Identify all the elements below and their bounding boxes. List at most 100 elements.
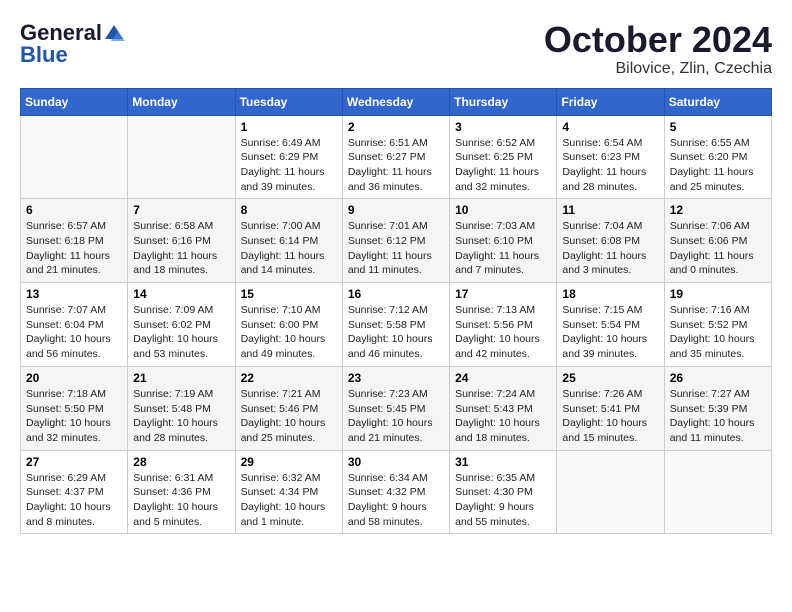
calendar-cell: 10 Sunrise: 7:03 AM Sunset: 6:10 PM Dayli… [450,199,557,283]
day-info: Sunrise: 7:19 AM Sunset: 5:48 PM Dayligh… [133,387,229,446]
day-number: 7 [133,203,229,217]
day-info: Sunrise: 6:52 AM Sunset: 6:25 PM Dayligh… [455,136,551,195]
day-info: Sunrise: 7:24 AM Sunset: 5:43 PM Dayligh… [455,387,551,446]
calendar-cell: 20 Sunrise: 7:18 AM Sunset: 5:50 PM Dayli… [21,366,128,450]
page-header: General Blue October 2024 Bilovice, Zlin… [20,20,772,78]
day-number: 26 [670,371,766,385]
calendar-week-row: 1 Sunrise: 6:49 AM Sunset: 6:29 PM Daylig… [21,115,772,199]
day-info: Sunrise: 7:06 AM Sunset: 6:06 PM Dayligh… [670,219,766,278]
day-number: 2 [348,120,444,134]
day-number: 6 [26,203,122,217]
calendar-cell: 25Sunrise: 7:26 AM Sunset: 5:41 PM Dayli… [557,366,664,450]
day-info: Sunrise: 6:29 AM Sunset: 4:37 PM Dayligh… [26,471,122,530]
day-number: 10 [455,203,551,217]
day-info: Sunrise: 7:07 AM Sunset: 6:04 PM Dayligh… [26,303,122,362]
calendar-cell: 7Sunrise: 6:58 AM Sunset: 6:16 PM Daylig… [128,199,235,283]
calendar-cell: 13Sunrise: 7:07 AM Sunset: 6:04 PM Dayli… [21,283,128,367]
day-info: Sunrise: 7:00 AM Sunset: 6:14 PM Dayligh… [241,219,337,278]
calendar-cell: 12 Sunrise: 7:06 AM Sunset: 6:06 PM Dayli… [664,199,771,283]
day-number: 28 [133,455,229,469]
calendar-header-row: SundayMondayTuesdayWednesdayThursdayFrid… [21,88,772,115]
day-number: 20 [26,371,122,385]
calendar-cell: 9 Sunrise: 7:01 AM Sunset: 6:12 PM Daylig… [342,199,449,283]
day-info: Sunrise: 7:01 AM Sunset: 6:12 PM Dayligh… [348,219,444,278]
calendar-cell [21,115,128,199]
calendar-cell: 1 Sunrise: 6:49 AM Sunset: 6:29 PM Daylig… [235,115,342,199]
day-number: 30 [348,455,444,469]
day-header-wednesday: Wednesday [342,88,449,115]
logo-icon [103,23,125,43]
day-info: Sunrise: 6:57 AM Sunset: 6:18 PM Dayligh… [26,219,122,278]
day-info: Sunrise: 7:21 AM Sunset: 5:46 PM Dayligh… [241,387,337,446]
day-info: Sunrise: 7:03 AM Sunset: 6:10 PM Dayligh… [455,219,551,278]
day-number: 24 [455,371,551,385]
day-info: Sunrise: 7:12 AM Sunset: 5:58 PM Dayligh… [348,303,444,362]
logo: General Blue [20,20,126,68]
calendar-cell: 18 Sunrise: 7:15 AM Sunset: 5:54 PM Dayli… [557,283,664,367]
calendar-cell: 6 Sunrise: 6:57 AM Sunset: 6:18 PM Daylig… [21,199,128,283]
day-info: Sunrise: 6:51 AM Sunset: 6:27 PM Dayligh… [348,136,444,195]
day-info: Sunrise: 6:31 AM Sunset: 4:36 PM Dayligh… [133,471,229,530]
calendar-cell: 3 Sunrise: 6:52 AM Sunset: 6:25 PM Daylig… [450,115,557,199]
calendar-week-row: 20 Sunrise: 7:18 AM Sunset: 5:50 PM Dayli… [21,366,772,450]
calendar-cell [557,450,664,534]
calendar-cell: 2 Sunrise: 6:51 AM Sunset: 6:27 PM Daylig… [342,115,449,199]
calendar-cell: 22 Sunrise: 7:21 AM Sunset: 5:46 PM Dayli… [235,366,342,450]
day-info: Sunrise: 7:18 AM Sunset: 5:50 PM Dayligh… [26,387,122,446]
location-title: Bilovice, Zlin, Czechia [544,60,772,78]
calendar-cell: 31 Sunrise: 6:35 AM Sunset: 4:30 PM Dayli… [450,450,557,534]
day-info: Sunrise: 7:16 AM Sunset: 5:52 PM Dayligh… [670,303,766,362]
day-number: 15 [241,287,337,301]
calendar-cell [128,115,235,199]
calendar-cell: 5Sunrise: 6:55 AM Sunset: 6:20 PM Daylig… [664,115,771,199]
calendar-week-row: 27 Sunrise: 6:29 AM Sunset: 4:37 PM Dayli… [21,450,772,534]
day-info: Sunrise: 7:09 AM Sunset: 6:02 PM Dayligh… [133,303,229,362]
day-number: 9 [348,203,444,217]
day-info: Sunrise: 7:10 AM Sunset: 6:00 PM Dayligh… [241,303,337,362]
day-header-friday: Friday [557,88,664,115]
day-number: 12 [670,203,766,217]
calendar-cell: 28 Sunrise: 6:31 AM Sunset: 4:36 PM Dayli… [128,450,235,534]
calendar-cell: 24 Sunrise: 7:24 AM Sunset: 5:43 PM Dayli… [450,366,557,450]
day-number: 27 [26,455,122,469]
day-number: 22 [241,371,337,385]
calendar-cell: 14Sunrise: 7:09 AM Sunset: 6:02 PM Dayli… [128,283,235,367]
calendar-cell: 17Sunrise: 7:13 AM Sunset: 5:56 PM Dayli… [450,283,557,367]
calendar-cell: 4Sunrise: 6:54 AM Sunset: 6:23 PM Daylig… [557,115,664,199]
day-number: 21 [133,371,229,385]
calendar-table: SundayMondayTuesdayWednesdayThursdayFrid… [20,88,772,535]
day-number: 3 [455,120,551,134]
calendar-cell: 21 Sunrise: 7:19 AM Sunset: 5:48 PM Dayli… [128,366,235,450]
day-number: 18 [562,287,658,301]
month-title: October 2024 [544,20,772,60]
day-number: 19 [670,287,766,301]
day-header-monday: Monday [128,88,235,115]
day-info: Sunrise: 7:23 AM Sunset: 5:45 PM Dayligh… [348,387,444,446]
day-header-sunday: Sunday [21,88,128,115]
calendar-cell: 8Sunrise: 7:00 AM Sunset: 6:14 PM Daylig… [235,199,342,283]
day-info: Sunrise: 7:13 AM Sunset: 5:56 PM Dayligh… [455,303,551,362]
day-info: Sunrise: 6:34 AM Sunset: 4:32 PM Dayligh… [348,471,444,530]
day-info: Sunrise: 6:49 AM Sunset: 6:29 PM Dayligh… [241,136,337,195]
day-number: 25 [562,371,658,385]
day-number: 29 [241,455,337,469]
day-info: Sunrise: 7:27 AM Sunset: 5:39 PM Dayligh… [670,387,766,446]
day-number: 1 [241,120,337,134]
calendar-cell: 15 Sunrise: 7:10 AM Sunset: 6:00 PM Dayli… [235,283,342,367]
calendar-cell [664,450,771,534]
day-number: 23 [348,371,444,385]
day-header-thursday: Thursday [450,88,557,115]
day-info: Sunrise: 6:32 AM Sunset: 4:34 PM Dayligh… [241,471,337,530]
day-header-tuesday: Tuesday [235,88,342,115]
calendar-cell: 11 Sunrise: 7:04 AM Sunset: 6:08 PM Dayli… [557,199,664,283]
calendar-cell: 16 Sunrise: 7:12 AM Sunset: 5:58 PM Dayli… [342,283,449,367]
calendar-cell: 27 Sunrise: 6:29 AM Sunset: 4:37 PM Dayli… [21,450,128,534]
day-info: Sunrise: 7:04 AM Sunset: 6:08 PM Dayligh… [562,219,658,278]
day-info: Sunrise: 7:15 AM Sunset: 5:54 PM Dayligh… [562,303,658,362]
day-number: 31 [455,455,551,469]
calendar-week-row: 6 Sunrise: 6:57 AM Sunset: 6:18 PM Daylig… [21,199,772,283]
day-number: 11 [562,203,658,217]
calendar-cell: 19 Sunrise: 7:16 AM Sunset: 5:52 PM Dayli… [664,283,771,367]
day-info: Sunrise: 6:35 AM Sunset: 4:30 PM Dayligh… [455,471,551,530]
day-number: 16 [348,287,444,301]
